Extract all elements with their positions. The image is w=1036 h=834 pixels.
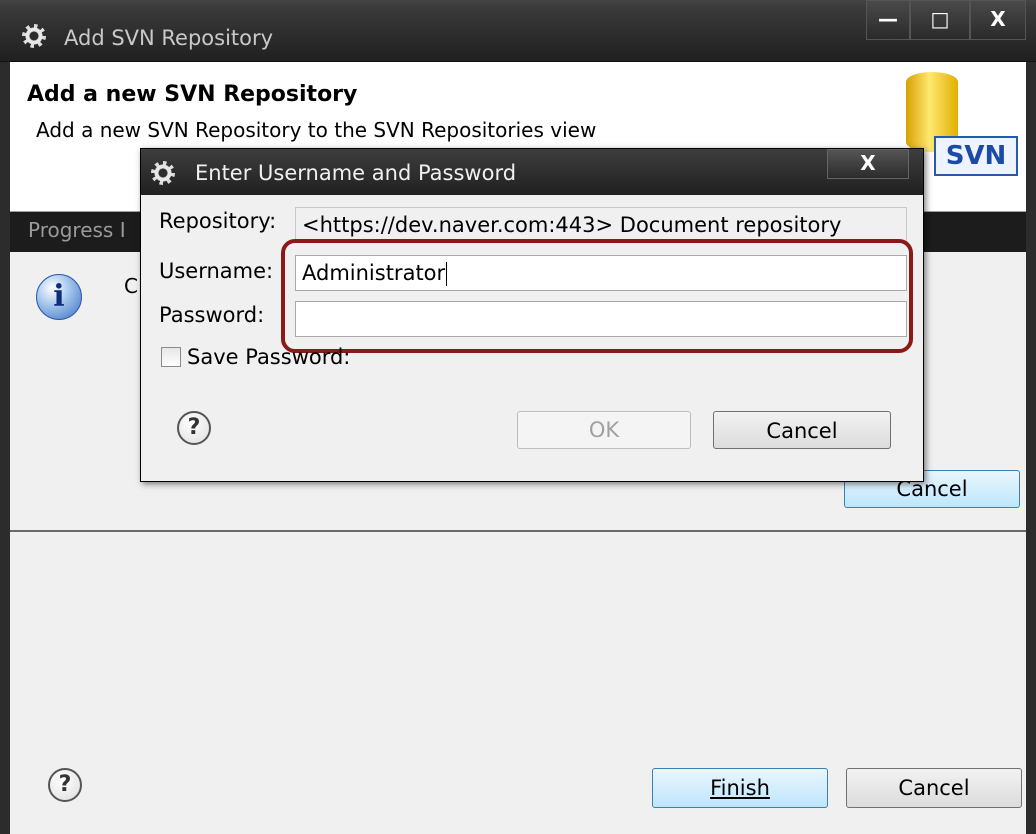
info-icon: i xyxy=(36,274,82,320)
ok-button[interactable]: OK xyxy=(517,411,691,449)
window-title: Add SVN Repository xyxy=(64,26,274,50)
dialog-help-icon[interactable]: ? xyxy=(177,411,211,445)
maximize-button[interactable]: □ xyxy=(910,0,970,40)
progress-message: C xyxy=(124,274,138,298)
window-border-right xyxy=(1026,62,1036,834)
close-button[interactable]: X xyxy=(970,0,1026,40)
dialog-close-button[interactable]: X xyxy=(827,149,909,179)
dialog-cancel-button[interactable]: Cancel xyxy=(713,411,891,449)
app-gear-icon xyxy=(22,24,46,48)
dialog-title: Enter Username and Password xyxy=(195,161,517,185)
banner-title: Add a new SVN Repository xyxy=(27,82,358,107)
save-password-label: Save Password: xyxy=(187,345,351,369)
credentials-dialog: Enter Username and Password X Repository… xyxy=(140,148,924,482)
cancel-button[interactable]: Cancel xyxy=(846,768,1022,808)
finish-button[interactable]: Finish xyxy=(652,768,828,808)
password-label: Password: xyxy=(159,303,265,327)
finish-label: Finish xyxy=(710,776,770,800)
banner-description: Add a new SVN Repository to the SVN Repo… xyxy=(36,118,597,142)
save-password-checkbox[interactable] xyxy=(161,347,181,367)
svn-logo: SVN xyxy=(934,136,1018,176)
repository-field: <https://dev.naver.com:443> Document rep… xyxy=(295,207,907,243)
username-label: Username: xyxy=(159,259,274,283)
credentials-highlight xyxy=(281,239,913,353)
help-icon[interactable]: ? xyxy=(48,768,82,802)
progress-label: Progress I xyxy=(28,218,126,242)
dialog-gear-icon xyxy=(151,161,175,185)
repository-label: Repository: xyxy=(159,209,277,233)
window-border-left xyxy=(0,62,10,834)
minimize-button[interactable]: — xyxy=(866,0,910,40)
